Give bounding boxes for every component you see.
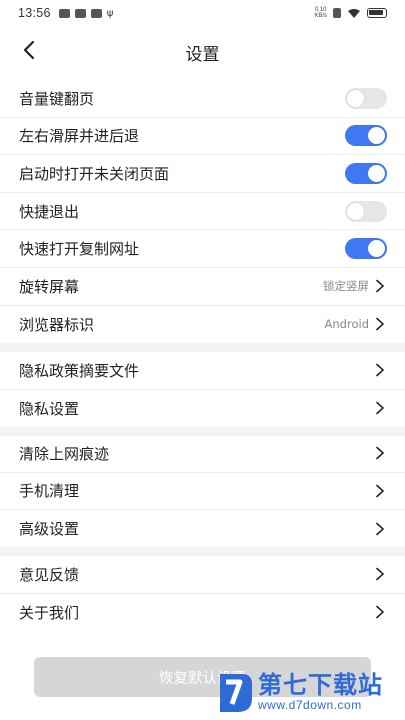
toggle-knob: [368, 127, 385, 145]
setting-row-about-us[interactable]: 关于我们: [0, 594, 405, 632]
chevron-right-icon: [376, 318, 384, 331]
toggle-knob: [368, 240, 385, 258]
rotate-screen-value: 锁定竖屏: [323, 279, 369, 294]
setting-label: 意见反馈: [19, 565, 80, 584]
setting-label: 左右滑屏并进后退: [19, 127, 140, 146]
setting-row-advanced-settings[interactable]: 高级设置: [0, 510, 405, 548]
chevron-right-icon: [376, 446, 384, 460]
nav-bar: 设置: [0, 30, 405, 74]
back-arrow-icon[interactable]: [18, 38, 42, 62]
setting-row-restore-pages[interactable]: 启动时打开未关闭页面: [0, 155, 405, 193]
site-watermark: 第七下载站 www.d7down.com: [212, 664, 402, 720]
setting-label: 高级设置: [19, 520, 80, 539]
network-speed: 0.10 KB/s: [314, 7, 327, 19]
setting-row-clear-history[interactable]: 清除上网痕迹: [0, 435, 405, 473]
toggle-knob: [347, 89, 364, 107]
settings-group-about: 意见反馈 关于我们: [0, 556, 405, 631]
chevron-right-icon: [376, 279, 384, 293]
sim-icon: [333, 8, 341, 18]
settings-group-privacy: 隐私政策摘要文件 隐私设置: [0, 352, 405, 427]
chevron-right-icon: [376, 567, 384, 581]
chevron-right-icon: [376, 363, 384, 377]
swipe-navigation-toggle[interactable]: [345, 125, 387, 147]
section-divider: [0, 547, 405, 556]
toggle-knob: [347, 202, 364, 220]
watermark-name: 第七下载站: [258, 671, 383, 699]
setting-label: 快捷退出: [19, 202, 80, 221]
wifi-icon: [348, 8, 360, 18]
settings-group-general: 音量键翻页 左右滑屏并进后退 启动时打开未关闭页面 快捷退出 快速打开复制网址 …: [0, 80, 405, 343]
page-title: 设置: [185, 44, 220, 65]
setting-label: 关于我们: [19, 603, 80, 622]
d7-logo-icon: [220, 674, 252, 712]
toggle-knob: [368, 164, 385, 182]
battery-icon: [367, 8, 387, 18]
setting-row-swipe-navigation[interactable]: 左右滑屏并进后退: [0, 118, 405, 156]
chevron-right-icon: [376, 606, 384, 619]
setting-label: 启动时打开未关闭页面: [19, 164, 170, 183]
app-notification-icon: [58, 8, 70, 18]
setting-label: 旋转屏幕: [19, 277, 80, 296]
setting-label: 手机清理: [19, 482, 80, 501]
setting-row-privacy-settings[interactable]: 隐私设置: [0, 390, 405, 428]
setting-row-volume-key-paging[interactable]: 音量键翻页: [0, 80, 405, 118]
user-agent-value: Android: [324, 317, 369, 332]
mail-icon: [74, 8, 86, 18]
setting-label: 音量键翻页: [19, 89, 95, 108]
notification-icons: ψ: [58, 7, 114, 19]
setting-row-feedback[interactable]: 意见反馈: [0, 556, 405, 594]
status-bar: 13:56 ψ 0.10 KB/s: [0, 0, 405, 26]
setting-label: 隐私设置: [19, 399, 80, 418]
setting-label: 隐私政策摘要文件: [19, 361, 140, 380]
chevron-right-icon: [376, 402, 384, 415]
setting-row-phone-cleanup[interactable]: 手机清理: [0, 473, 405, 511]
volume-key-paging-toggle[interactable]: [345, 87, 387, 109]
open-copied-url-toggle[interactable]: [345, 238, 387, 260]
usb-icon: ψ: [106, 7, 114, 19]
setting-label: 浏览器标识: [19, 315, 95, 334]
setting-row-user-agent[interactable]: 浏览器标识 Android: [0, 306, 405, 344]
setting-row-quick-exit[interactable]: 快捷退出: [0, 193, 405, 231]
setting-label: 清除上网痕迹: [19, 444, 110, 463]
watermark-url: www.d7down.com: [258, 698, 362, 712]
settings-group-cleanup: 清除上网痕迹 手机清理 高级设置: [0, 435, 405, 548]
quick-exit-toggle[interactable]: [345, 200, 387, 222]
section-divider: [0, 343, 405, 352]
video-icon: [90, 8, 102, 18]
setting-row-open-copied-url[interactable]: 快速打开复制网址: [0, 230, 405, 268]
chevron-right-icon: [376, 522, 384, 536]
chevron-right-icon: [376, 484, 384, 498]
setting-row-privacy-policy-summary[interactable]: 隐私政策摘要文件: [0, 352, 405, 390]
status-time: 13:56: [18, 6, 51, 20]
setting-label: 快速打开复制网址: [19, 240, 140, 259]
restore-pages-toggle[interactable]: [345, 162, 387, 184]
setting-row-rotate-screen[interactable]: 旋转屏幕 锁定竖屏: [0, 268, 405, 306]
